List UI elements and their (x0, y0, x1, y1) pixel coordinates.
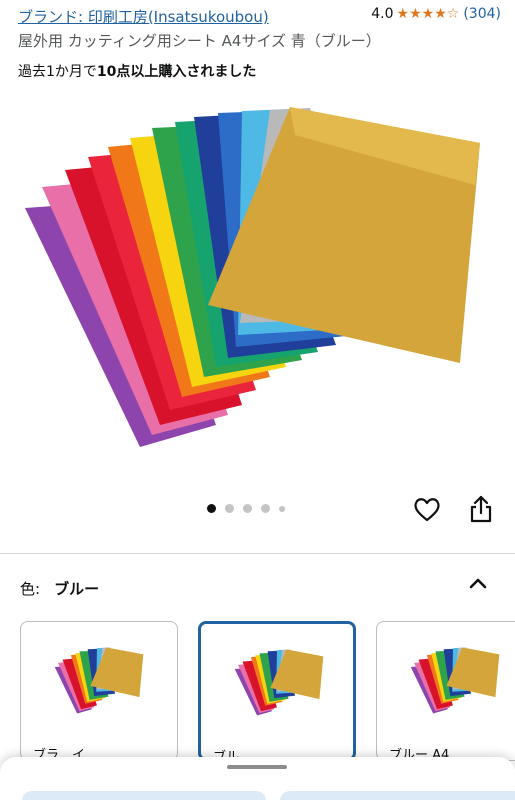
product-title: 屋外用 カッティング用シート A4サイズ 青（ブルー） (18, 32, 381, 50)
sheet-drag-handle[interactable] (227, 765, 287, 769)
brand-link[interactable]: ブランド: 印刷工房(Insatsukoubou) (18, 6, 269, 27)
share-button[interactable] (467, 494, 495, 524)
variant-option[interactable]: ブラ…イ… (20, 621, 178, 761)
collapse-variants-button[interactable] (466, 572, 490, 594)
selected-color-value: ブルー (54, 580, 100, 598)
star-icon: ★ (396, 6, 410, 22)
sheet-action-button[interactable] (280, 791, 515, 800)
section-divider (0, 553, 515, 554)
variant-thumbnail (410, 647, 500, 714)
bought-count: 過去1か月で10点以上購入されました (18, 61, 256, 81)
variant-option[interactable]: ブルー A4… (376, 621, 515, 761)
chevron-up-icon (469, 578, 487, 589)
pager-dot[interactable] (243, 504, 252, 513)
product-image[interactable] (20, 95, 495, 465)
image-pager[interactable] (207, 504, 285, 513)
pager-dot[interactable] (207, 504, 216, 513)
variant-thumbnail (234, 649, 324, 716)
bought-prefix: 過去1か月で (18, 64, 97, 80)
bought-strong: 10点以上購入されました (96, 64, 257, 80)
pager-dot[interactable] (225, 504, 234, 513)
pager-dot[interactable] (279, 505, 285, 512)
star-empty-icon: ☆ (446, 6, 460, 22)
variant-thumbnail (54, 647, 144, 714)
rating-stars: ★ ★ ★ ★ ☆ (397, 7, 460, 21)
variant-option-selected[interactable]: ブル… (198, 621, 356, 761)
star-icon: ★ (421, 6, 435, 22)
share-icon (470, 495, 492, 523)
favorite-button[interactable] (412, 494, 442, 524)
rating-value: 4.0 (371, 6, 394, 22)
heart-icon (414, 498, 440, 522)
bottom-sheet[interactable] (0, 757, 515, 800)
product-sheets (25, 107, 480, 447)
rating[interactable]: 4.0 ★ ★ ★ ★ ☆ (304) (371, 6, 501, 22)
star-icon: ★ (434, 6, 447, 22)
color-label: 色: (20, 580, 41, 598)
sheet-action-button[interactable] (22, 791, 266, 800)
brand-row: ブランド: 印刷工房(Insatsukoubou) 4.0 ★ ★ ★ ★ ☆ … (18, 6, 501, 26)
pager-dot[interactable] (261, 504, 270, 513)
color-selection-header: 色: ブルー (20, 578, 99, 599)
star-icon: ★ (409, 6, 422, 22)
rating-count[interactable]: (304) (463, 6, 501, 22)
